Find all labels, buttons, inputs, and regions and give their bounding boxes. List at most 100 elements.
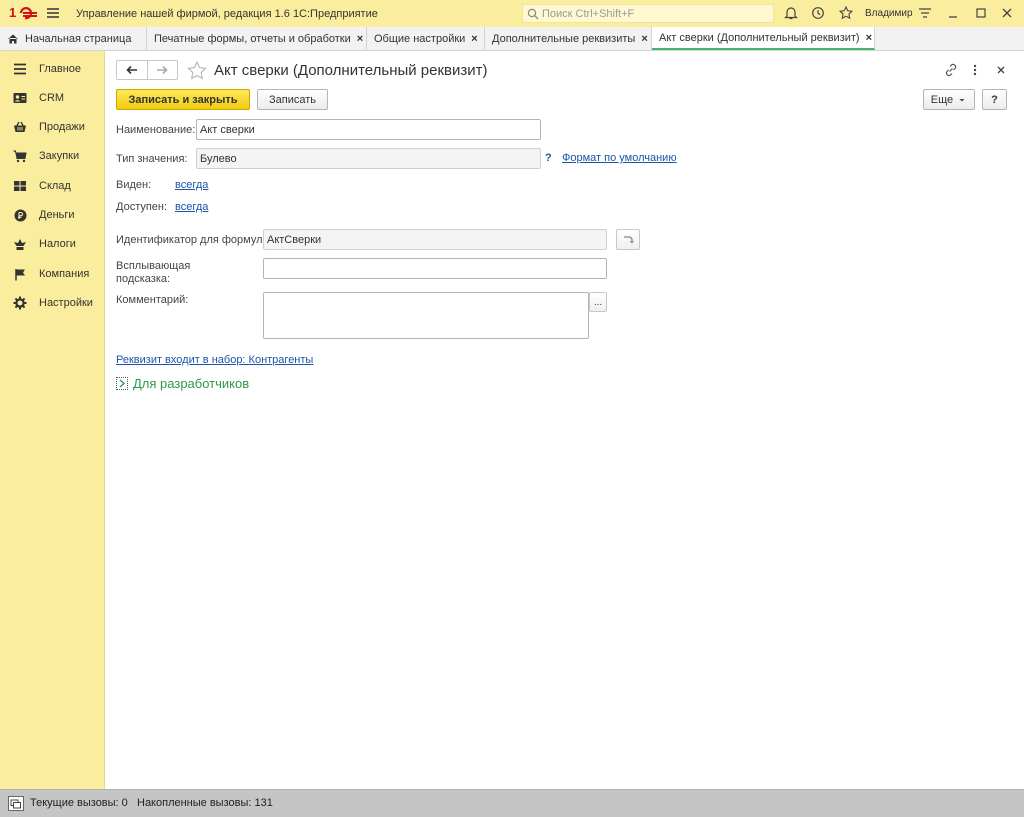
developers-group-title[interactable]: Для разработчиков	[133, 376, 249, 391]
tooltip-label-line1: Всплывающая	[116, 260, 191, 272]
add-to-favorites-star-icon[interactable]	[187, 61, 207, 80]
contact-card-icon	[12, 90, 28, 106]
comment-field[interactable]	[263, 292, 589, 339]
search-placeholder: Поиск Ctrl+Shift+F	[542, 7, 635, 20]
visible-value-link[interactable]: всегда	[175, 179, 208, 191]
sidebar-item-label: Продажи	[39, 121, 85, 133]
more-label: Еще	[930, 93, 954, 106]
tooltip-label-line2: подсказка:	[116, 273, 171, 285]
tab-additional-attributes[interactable]: Дополнительные реквизиты ×	[485, 27, 652, 50]
settings-menu-icon[interactable]	[918, 6, 932, 20]
visible-label: Виден:	[116, 179, 152, 191]
format-help-icon[interactable]: ?	[545, 152, 552, 164]
close-icon[interactable]	[1001, 6, 1013, 20]
sidebar-item-main[interactable]: Главное	[0, 56, 105, 82]
close-tab-icon[interactable]: ×	[471, 33, 477, 45]
sidebar: Главное CRM Продажи Закупки Склад Деньги…	[0, 51, 105, 789]
sidebar-item-settings[interactable]: Настройки	[0, 290, 105, 316]
app-title: Управление нашей фирмой, редакция 1.6 1С…	[76, 8, 378, 20]
sidebar-item-label: Компания	[39, 268, 90, 280]
default-format-link[interactable]: Формат по умолчанию	[562, 152, 677, 164]
close-form-icon[interactable]	[996, 63, 1006, 77]
tab-label: Дополнительные реквизиты	[492, 32, 636, 45]
favorites-star-icon[interactable]	[839, 6, 853, 20]
value-type-field[interactable]: Булево	[196, 148, 541, 169]
close-tab-icon[interactable]: ×	[866, 32, 872, 44]
history-icon[interactable]	[811, 6, 825, 20]
sidebar-item-label: Настройки	[39, 297, 93, 309]
formula-id-field[interactable]: АктСверки	[263, 229, 607, 250]
close-tab-icon[interactable]: ×	[641, 33, 647, 45]
sidebar-item-label: Налоги	[39, 238, 76, 250]
sidebar-item-label: Главное	[39, 63, 82, 75]
tab-label: Начальная страница	[25, 32, 132, 45]
menu-icon	[12, 61, 28, 77]
help-button[interactable]: ?	[982, 89, 1007, 110]
more-actions-icon[interactable]	[972, 63, 978, 77]
money-icon	[12, 207, 28, 223]
arrow-left-icon	[126, 65, 137, 75]
comment-edit-button[interactable]: ...	[589, 292, 607, 312]
chevron-down-icon	[959, 98, 965, 101]
sidebar-item-taxes[interactable]: Налоги	[0, 231, 105, 257]
developers-group-toggle[interactable]	[116, 377, 128, 390]
tab-home[interactable]: Начальная страница	[0, 27, 147, 50]
warehouse-icon	[12, 178, 28, 194]
minimize-icon[interactable]	[947, 6, 959, 20]
cart-icon	[12, 148, 28, 164]
name-field[interactable]: Акт сверки	[196, 119, 541, 140]
sidebar-item-label: Закупки	[39, 150, 80, 162]
home-icon	[8, 34, 18, 43]
tab-label: Общие настройки	[374, 32, 466, 45]
maximize-icon[interactable]	[975, 6, 987, 20]
current-calls: Текущие вызовы: 0	[30, 797, 128, 809]
forward-button[interactable]	[146, 61, 178, 79]
form-area: Акт сверки (Дополнительный реквизит) Зап…	[106, 51, 1024, 789]
value-type-label: Тип значения:	[116, 153, 188, 165]
user-name[interactable]: Владимир	[865, 8, 913, 19]
chevron-right-icon	[119, 379, 125, 388]
name-label: Наименование:	[116, 124, 196, 136]
sidebar-item-sales[interactable]: Продажи	[0, 114, 105, 140]
curved-arrow-icon	[624, 236, 634, 244]
sidebar-item-company[interactable]: Компания	[0, 261, 105, 287]
sidebar-item-label: CRM	[39, 92, 65, 104]
tab-print-forms[interactable]: Печатные формы, отчеты и обработки ×	[147, 27, 367, 50]
tab-general-settings[interactable]: Общие настройки ×	[367, 27, 485, 50]
tab-label: Печатные формы, отчеты и обработки	[154, 32, 351, 45]
available-value-link[interactable]: всегда	[175, 201, 208, 213]
tab-reconciliation-act[interactable]: Акт сверки (Дополнительный реквизит) ×	[652, 27, 875, 50]
1c-logo-icon[interactable]: 1	[9, 5, 39, 21]
more-button[interactable]: Еще	[923, 89, 975, 110]
attribute-set-link[interactable]: Реквизит входит в набор: Контрагенты	[116, 354, 313, 366]
save-button[interactable]: Записать	[257, 89, 328, 110]
sidebar-item-label: Склад	[39, 180, 71, 192]
back-button[interactable]	[117, 61, 147, 79]
tooltip-field[interactable]	[263, 258, 607, 279]
sidebar-item-purchases[interactable]: Закупки	[0, 143, 105, 169]
windows-icon[interactable]	[8, 796, 24, 811]
sidebar-item-label: Деньги	[39, 209, 75, 221]
status-bar: Текущие вызовы: 0 Накопленные вызовы: 13…	[0, 789, 1024, 817]
link-icon[interactable]	[944, 63, 958, 77]
tooltip-label: Всплывающая подсказка:	[116, 260, 190, 286]
sidebar-item-money[interactable]: Деньги	[0, 202, 105, 228]
flag-icon	[12, 266, 28, 282]
search-input[interactable]: Поиск Ctrl+Shift+F	[522, 4, 774, 23]
main-menu-icon[interactable]	[46, 7, 60, 19]
svg-text:1: 1	[9, 5, 16, 20]
bell-icon[interactable]	[784, 6, 798, 20]
sidebar-item-crm[interactable]: CRM	[0, 85, 105, 111]
form-title: Акт сверки (Дополнительный реквизит)	[214, 62, 488, 79]
gear-icon	[12, 295, 28, 311]
title-bar: 1 Управление нашей фирмой, редакция 1.6 …	[0, 0, 1024, 27]
close-tab-icon[interactable]: ×	[357, 33, 363, 45]
arrow-right-icon	[157, 65, 168, 75]
history-navigation	[116, 60, 178, 80]
edit-formula-id-button[interactable]	[616, 229, 640, 250]
sidebar-item-warehouse[interactable]: Склад	[0, 173, 105, 199]
save-and-close-button[interactable]: Записать и закрыть	[116, 89, 250, 110]
search-icon	[527, 8, 539, 19]
available-label: Доступен:	[116, 201, 168, 213]
tab-bar: Начальная страница Печатные формы, отчет…	[0, 27, 1024, 51]
